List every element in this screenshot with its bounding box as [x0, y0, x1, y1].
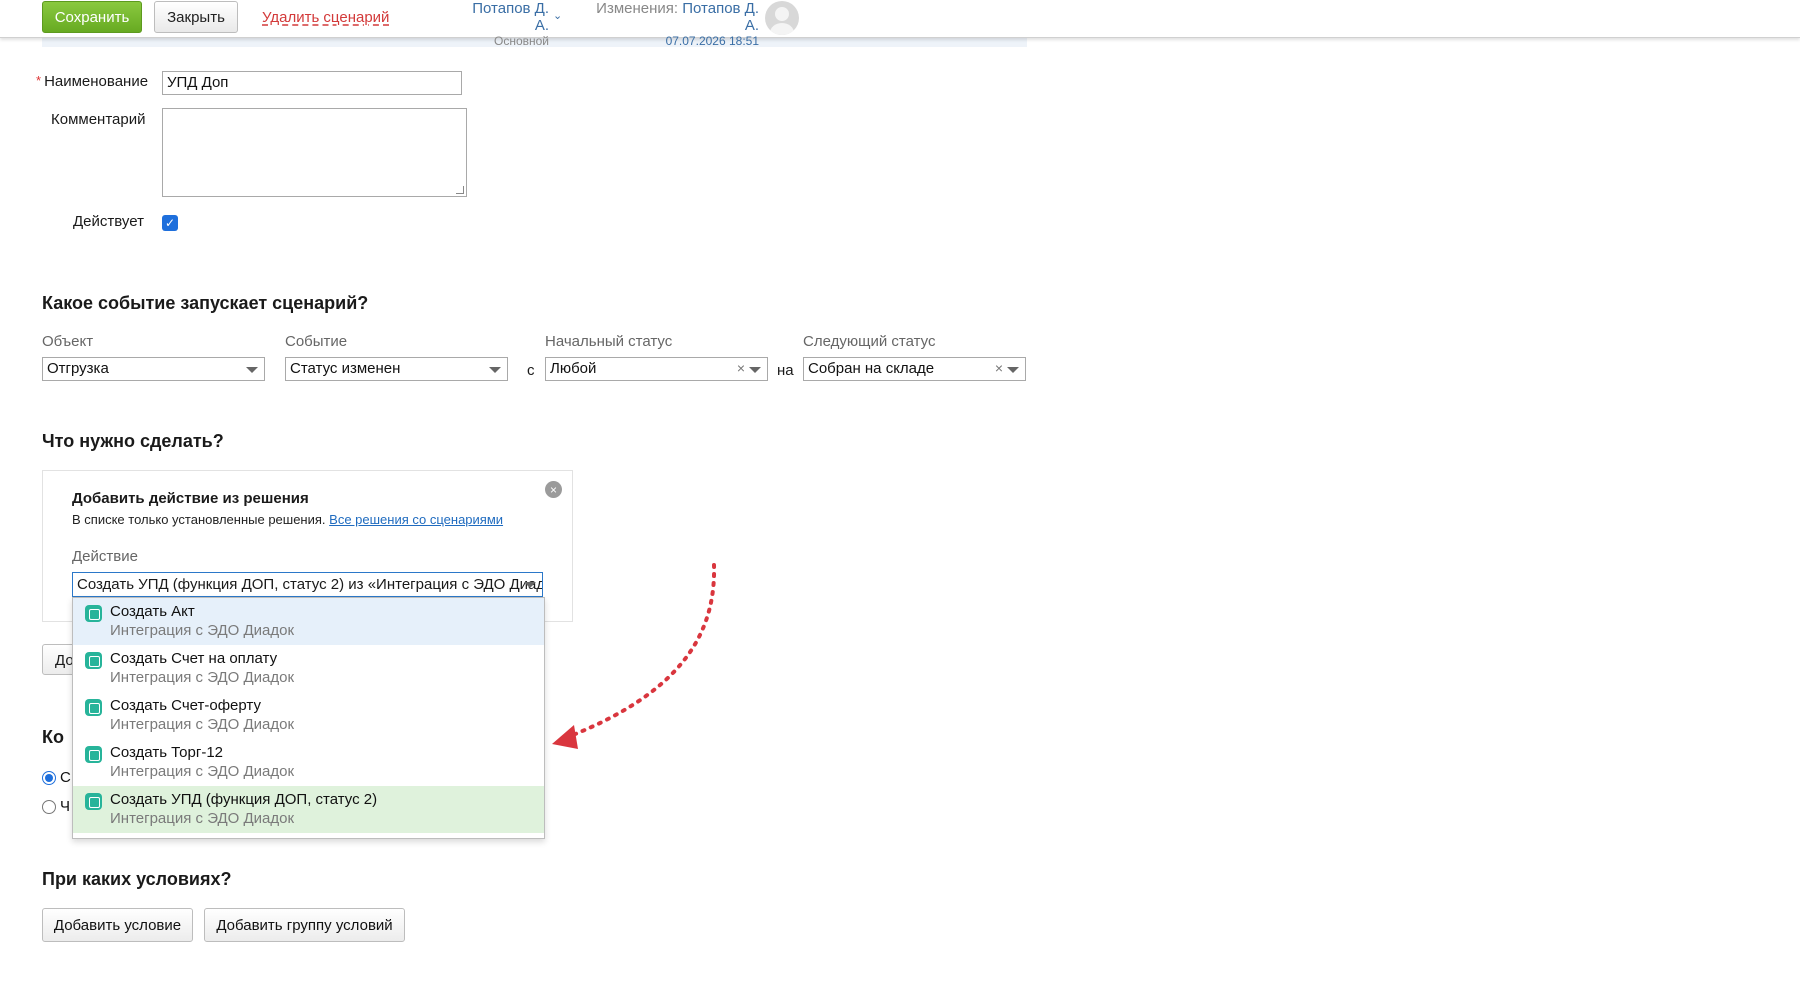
radio-option-1-label: С [60, 769, 71, 786]
start-status-label: Начальный статус [545, 333, 673, 350]
changes-user[interactable]: Потапов Д. А. [682, 0, 759, 34]
object-label: Объект [42, 333, 94, 350]
avatar[interactable] [765, 1, 799, 35]
list-item-name: Создать Счет на оплату [110, 650, 278, 667]
arrow-head [552, 725, 578, 749]
panel-title: Добавить действие из решения [72, 490, 309, 507]
changes-info: Изменения: Потапов Д. А. 07.07.2026 18:5… [582, 0, 759, 48]
diadoc-icon [85, 652, 102, 669]
partial-section-heading: Ко [42, 727, 64, 747]
diadoc-icon [85, 605, 102, 622]
list-item-source: Интеграция с ЭДО Диадок [110, 763, 295, 780]
list-item-source: Интеграция с ЭДО Диадок [110, 716, 295, 733]
active-checkbox[interactable]: ✓ [162, 215, 178, 231]
action-select[interactable]: Создать УПД (функция ДОП, статус 2) из «… [72, 572, 543, 597]
trigger-section-title: Какое событие запускает сценарий? [42, 293, 369, 313]
add-condition-group-button[interactable]: Добавить группу условий [204, 908, 405, 942]
conditions-section-title: При каких условиях? [42, 869, 232, 889]
save-button[interactable]: Сохранить [42, 1, 142, 33]
add-condition-button[interactable]: Добавить условие [42, 908, 193, 942]
changes-label: Изменения: [596, 0, 679, 17]
name-label: * Наименование [36, 73, 149, 90]
dropdown-arrow-icon [524, 582, 536, 588]
action-value: Создать УПД (функция ДОП, статус 2) из «… [77, 576, 543, 593]
list-item[interactable]: Создать Торг-12 Интеграция с ЭДО Диадок [73, 739, 544, 786]
radio-option-1[interactable] [42, 771, 56, 785]
active-label: Действует [73, 213, 144, 230]
diadoc-icon [85, 699, 102, 716]
next-status-value: Собран на складе [808, 360, 935, 377]
close-button[interactable]: Закрыть [154, 1, 238, 33]
list-item-source: Интеграция с ЭДО Диадок [110, 810, 295, 827]
start-status-select[interactable]: Любой × [545, 357, 768, 381]
comment-textarea[interactable] [162, 108, 467, 197]
list-item[interactable]: Создать Счет на оплату Интеграция с ЭДО … [73, 645, 544, 692]
radio-option-2[interactable] [42, 800, 56, 814]
panel-note-text: В списке только установленные решения. [72, 512, 326, 527]
panel-note: В списке только установленные решения. В… [72, 512, 503, 527]
clear-icon[interactable]: × [737, 360, 745, 376]
next-status-label: Следующий статус [803, 333, 936, 350]
start-status-value: Любой [550, 360, 597, 377]
next-status-select[interactable]: Собран на складе × [803, 357, 1026, 381]
delete-scenario-link[interactable]: Удалить сценарий [262, 9, 389, 26]
diadoc-icon [85, 746, 102, 763]
list-item-name: Создать Акт [110, 603, 195, 620]
list-item-name: Создать УПД (функция ДОП, статус 2) [110, 791, 378, 808]
arrow-curve [558, 563, 717, 742]
object-select[interactable]: Отгрузка [42, 357, 265, 381]
current-user[interactable]: Потапов Д. А. Основной [455, 0, 549, 48]
comment-label: Комментарий [51, 111, 146, 128]
radio-option-2-label: Ч [60, 798, 70, 815]
clear-icon[interactable]: × [995, 360, 1003, 376]
top-toolbar: Сохранить Закрыть Удалить сценарий Потап… [0, 0, 1800, 48]
list-item-source: Интеграция с ЭДО Диадок [110, 669, 295, 686]
action-section-title: Что нужно сделать? [42, 431, 224, 451]
changes-date: 07.07.2026 18:51 [665, 34, 759, 48]
from-word: с [527, 362, 535, 379]
list-item-name: Создать Счет-оферту [110, 697, 261, 714]
dropdown-arrow-icon [489, 367, 501, 373]
required-mark: * [36, 73, 42, 88]
event-label: Событие [285, 333, 348, 350]
event-value: Статус изменен [290, 360, 401, 377]
action-label: Действие [72, 548, 138, 565]
object-value: Отгрузка [47, 360, 109, 377]
action-dropdown-list: Создать Акт Интеграция с ЭДО Диадок Созд… [72, 597, 545, 839]
close-icon[interactable]: × [545, 481, 562, 498]
list-item-name: Создать Торг-12 [110, 744, 223, 761]
name-input[interactable]: УПД Доп [162, 71, 462, 95]
user-role: Основной [493, 34, 549, 48]
list-item[interactable]: Создать Счет-оферту Интеграция с ЭДО Диа… [73, 692, 544, 739]
all-solutions-link[interactable]: Все решения со сценариями [329, 512, 503, 527]
dropdown-arrow-icon [246, 367, 258, 373]
chevron-down-icon[interactable]: ⌄ [553, 9, 562, 22]
user-name: Потапов Д. А. [472, 0, 549, 34]
annotation-arrow-icon [552, 563, 717, 749]
event-select[interactable]: Статус изменен [285, 357, 508, 381]
list-item[interactable]: Создать Акт Интеграция с ЭДО Диадок [73, 598, 544, 645]
dropdown-arrow-icon [1007, 367, 1019, 373]
list-item-selected[interactable]: Создать УПД (функция ДОП, статус 2) Инте… [73, 786, 544, 833]
list-item-source: Интеграция с ЭДО Диадок [110, 622, 295, 639]
to-word: на [777, 362, 794, 379]
dropdown-arrow-icon [749, 367, 761, 373]
diadoc-icon [85, 793, 102, 810]
